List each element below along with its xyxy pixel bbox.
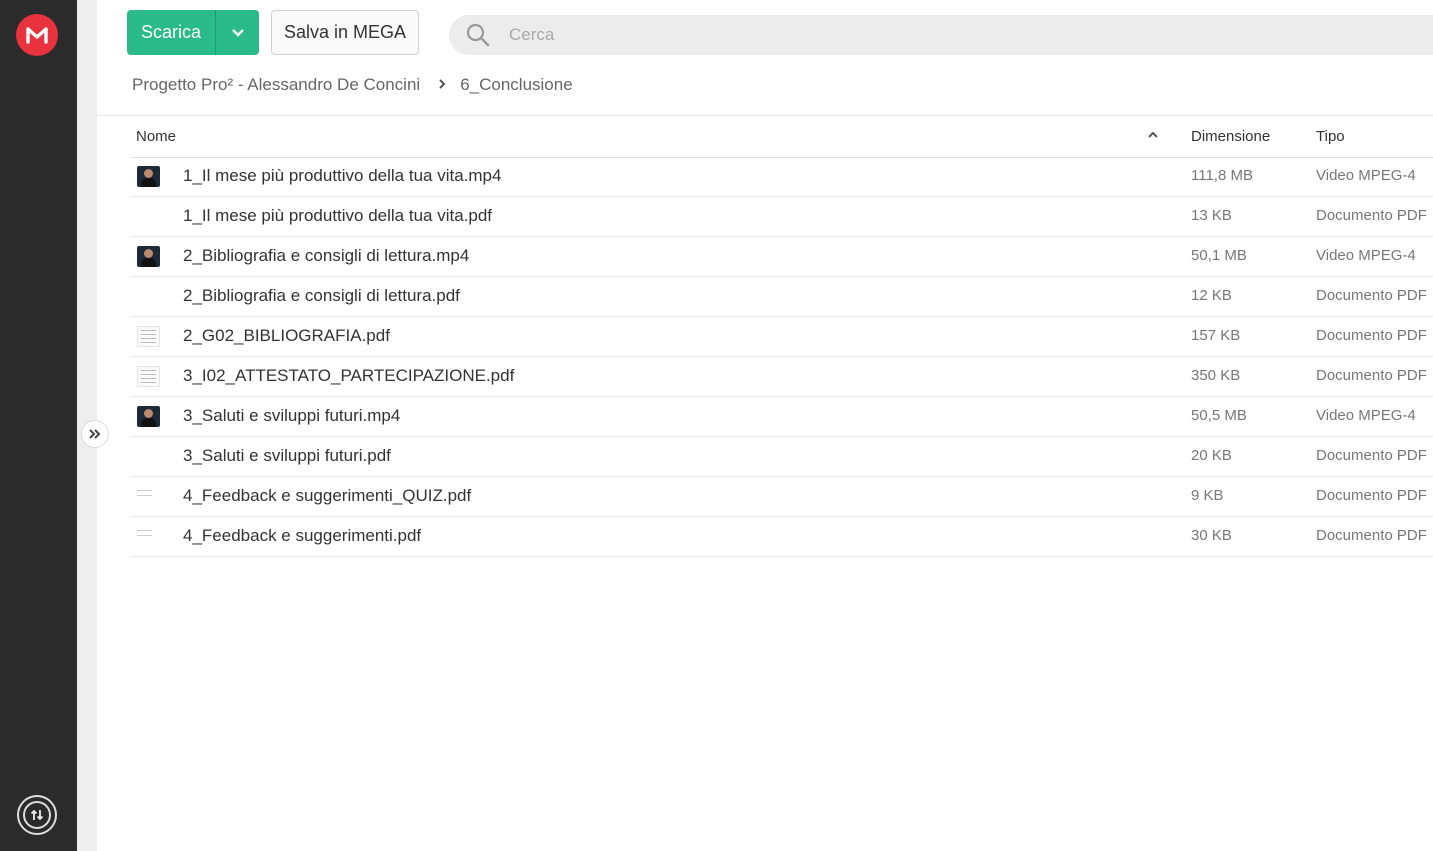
column-header-name[interactable]: Nome: [136, 128, 176, 145]
table-row[interactable]: 2_Bibliografia e consigli di lettura.mp4…: [130, 237, 1433, 277]
file-name[interactable]: 2_G02_BIBLIOGRAFIA.pdf: [183, 326, 390, 346]
video-thumbnail-icon: [137, 166, 160, 187]
save-to-mega-button[interactable]: Salva in MEGA: [271, 10, 419, 55]
file-size: 12 KB: [1191, 287, 1232, 304]
header-divider: [97, 115, 1433, 116]
video-thumbnail-icon: [137, 246, 160, 267]
document-thumbnail-icon: [137, 486, 160, 507]
file-type: Documento PDF: [1316, 287, 1427, 304]
table-header: Nome Dimensione Tipo: [130, 117, 1433, 158]
file-type: Documento PDF: [1316, 367, 1427, 384]
empty-thumbnail: [137, 206, 160, 227]
file-size: 111,8 MB: [1191, 167, 1253, 184]
file-name[interactable]: 3_Saluti e sviluppi futuri.pdf: [183, 446, 391, 466]
document-thumbnail-icon: [137, 326, 160, 347]
file-name[interactable]: 2_Bibliografia e consigli di lettura.mp4: [183, 246, 469, 266]
file-size: 13 KB: [1191, 207, 1232, 224]
file-name[interactable]: 1_Il mese più produttivo della tua vita.…: [183, 206, 492, 226]
download-label[interactable]: Scarica: [127, 10, 215, 55]
file-type: Documento PDF: [1316, 447, 1427, 464]
file-size: 50,5 MB: [1191, 407, 1247, 424]
empty-thumbnail: [137, 446, 160, 467]
file-name[interactable]: 2_Bibliografia e consigli di lettura.pdf: [183, 286, 460, 306]
file-type: Video MPEG-4: [1316, 167, 1416, 184]
file-type: Video MPEG-4: [1316, 407, 1416, 424]
table-row[interactable]: 2_G02_BIBLIOGRAFIA.pdf 157 KB Documento PD…: [130, 317, 1433, 357]
chevron-down-icon[interactable]: [215, 10, 259, 55]
file-size: 20 KB: [1191, 447, 1232, 464]
file-size: 157 KB: [1191, 327, 1241, 344]
video-thumbnail-icon: [137, 406, 160, 427]
file-type: Documento PDF: [1316, 487, 1427, 504]
table-row[interactable]: 1_Il mese più produttivo della tua vita.…: [130, 197, 1433, 237]
file-name[interactable]: 3_Saluti e sviluppi futuri.mp4: [183, 406, 400, 426]
file-name[interactable]: 4_Feedback e suggerimenti_QUIZ.pdf: [183, 486, 471, 506]
breadcrumb-parent[interactable]: Progetto Pro² - Alessandro De Concini: [132, 75, 420, 95]
table-row[interactable]: 2_Bibliografia e consigli di lettura.pdf…: [130, 277, 1433, 317]
mega-logo-icon[interactable]: [16, 14, 58, 56]
search-icon: [449, 22, 501, 48]
table-row[interactable]: 3_I02_ATTESTATO_PARTECIPAZIONE.pdf 350 KB…: [130, 357, 1433, 397]
breadcrumb: Progetto Pro² - Alessandro De Concini 6_…: [132, 73, 573, 97]
document-thumbnail-icon: [137, 526, 160, 547]
left-sidebar: [0, 0, 77, 851]
table-row[interactable]: 3_Saluti e sviluppi futuri.pdf 20 KB Docum…: [130, 437, 1433, 477]
file-type: Documento PDF: [1316, 527, 1427, 544]
table-row[interactable]: 3_Saluti e sviluppi futuri.mp4 50,5 MB Vid…: [130, 397, 1433, 437]
search-bar[interactable]: [449, 15, 1433, 55]
document-thumbnail-icon: [137, 366, 160, 387]
column-header-size[interactable]: Dimensione: [1191, 128, 1270, 145]
file-type: Video MPEG-4: [1316, 247, 1416, 264]
file-type: Documento PDF: [1316, 207, 1427, 224]
transfers-icon[interactable]: [17, 795, 57, 835]
file-size: 350 KB: [1191, 367, 1241, 384]
file-name[interactable]: 4_Feedback e suggerimenti.pdf: [183, 526, 421, 546]
table-row[interactable]: 1_Il mese più produttivo della tua vita.…: [130, 157, 1433, 197]
expand-panel-icon[interactable]: [81, 420, 109, 448]
file-size: 50,1 MB: [1191, 247, 1247, 264]
sort-ascending-icon[interactable]: [1147, 128, 1159, 142]
file-size: 30 KB: [1191, 527, 1232, 544]
column-header-type[interactable]: Tipo: [1316, 128, 1345, 145]
table-row[interactable]: 4_Feedback e suggerimenti_QUIZ.pdf 9 KB Do…: [130, 477, 1433, 517]
chevron-right-icon: [438, 77, 446, 93]
table-row[interactable]: 4_Feedback e suggerimenti.pdf 30 KB Docume…: [130, 517, 1433, 557]
file-name[interactable]: 3_I02_ATTESTATO_PARTECIPAZIONE.pdf: [183, 366, 514, 386]
file-name[interactable]: 1_Il mese più produttivo della tua vita.…: [183, 166, 501, 186]
download-button[interactable]: Scarica: [127, 10, 259, 55]
search-input[interactable]: [509, 25, 1309, 45]
file-type: Documento PDF: [1316, 327, 1427, 344]
file-size: 9 KB: [1191, 487, 1224, 504]
empty-thumbnail: [137, 286, 160, 307]
file-list: 1_Il mese più produttivo della tua vita.…: [130, 157, 1433, 557]
breadcrumb-current[interactable]: 6_Conclusione: [460, 75, 572, 95]
